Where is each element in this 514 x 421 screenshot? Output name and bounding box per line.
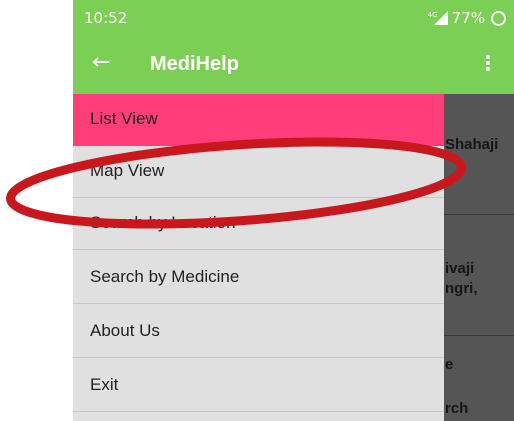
status-time: 10:52 [84, 9, 128, 27]
drawer-item-map-view[interactable]: Map View [73, 146, 444, 198]
battery-label: 77% [451, 9, 485, 27]
app-title: MediHelp [150, 53, 239, 75]
drawer-item-exit[interactable]: Exit [73, 360, 444, 412]
signal-icon: 4G [428, 11, 448, 25]
battery-icon [491, 10, 506, 26]
drawer-item-label: Map View [90, 161, 165, 180]
drawer-item-label: About Us [90, 321, 160, 340]
drawer-item-label: List View [90, 109, 158, 128]
status-indicators: 4G 77% [428, 9, 506, 27]
phone-screen: 10:52 4G 77% ← MediHelp ⋮ Shahaji ivaji … [73, 0, 514, 421]
list-item-text: e [445, 356, 454, 373]
app-bar: ← MediHelp ⋮ [73, 36, 514, 94]
drawer-item-list-view[interactable]: List View [73, 94, 444, 146]
drawer-item-search-by-location[interactable]: Search by Location [73, 198, 444, 250]
drawer-item-label: Search by Location [90, 213, 236, 232]
navigation-drawer: List View Map View Search by Location Se… [73, 94, 444, 421]
overflow-menu-icon[interactable]: ⋮ [478, 51, 498, 75]
list-item-text: rch [445, 400, 469, 417]
back-arrow-icon[interactable]: ← [92, 50, 110, 75]
list-item-text: Shahaji [445, 136, 499, 153]
drawer-item-label: Search by Medicine [90, 267, 240, 286]
list-item-text: ivaji [445, 260, 475, 277]
drawer-item-label: Exit [90, 375, 119, 394]
list-item-text: ngri, [445, 280, 478, 297]
drawer-item-about-us[interactable]: About Us [73, 306, 444, 358]
drawer-item-search-by-medicine[interactable]: Search by Medicine [73, 252, 444, 304]
status-bar: 10:52 4G 77% [73, 0, 514, 36]
